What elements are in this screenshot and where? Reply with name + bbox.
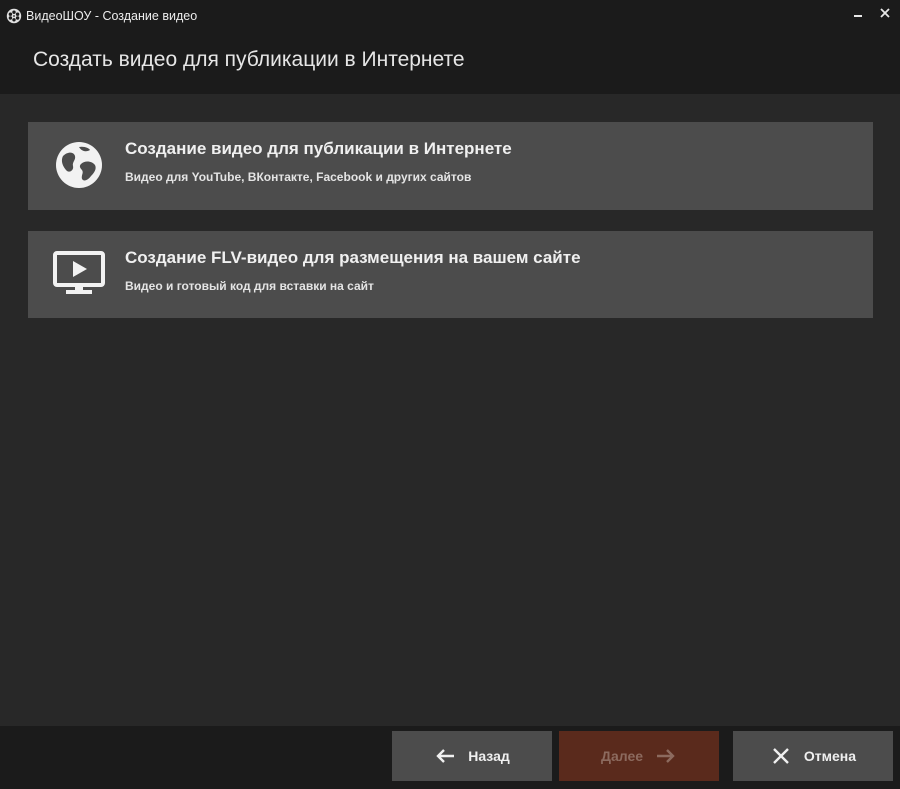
minimize-button[interactable] — [846, 3, 870, 27]
cancel-button-label: Отмена — [803, 748, 857, 764]
option-flv-video[interactable]: Создание FLV-видео для размещения на ваш… — [28, 231, 873, 318]
next-button-label: Далее — [600, 748, 644, 764]
arrow-left-icon — [434, 745, 456, 767]
option-title: Создание FLV-видео для размещения на ваш… — [125, 248, 581, 267]
footer-bar: Назад Далее Отмена — [0, 726, 900, 789]
close-window-button[interactable] — [873, 3, 897, 27]
monitor-play-icon — [52, 249, 106, 299]
next-button[interactable]: Далее — [559, 731, 719, 781]
close-icon — [879, 6, 891, 24]
title-bar: ВидеоШОУ - Создание видео — [0, 0, 900, 32]
minimize-icon — [852, 6, 864, 24]
cancel-button[interactable]: Отмена — [733, 731, 893, 781]
page-header: Создать видео для публикации в Интернете — [0, 32, 900, 94]
option-web-video[interactable]: Создание видео для публикации в Интернет… — [28, 122, 873, 210]
back-button-label: Назад — [468, 748, 510, 764]
options-panel: Создание видео для публикации в Интернет… — [0, 94, 900, 726]
back-button[interactable]: Назад — [392, 731, 552, 781]
close-icon — [770, 745, 792, 767]
page-title: Создать видео для публикации в Интернете — [33, 48, 465, 71]
window-title: ВидеоШОУ - Создание видео — [26, 9, 198, 23]
globe-icon — [52, 140, 106, 190]
option-title: Создание видео для публикации в Интернет… — [125, 139, 512, 158]
option-subtitle: Видео и готовый код для вставки на сайт — [125, 279, 374, 293]
option-subtitle: Видео для YouTube, ВКонтакте, Facebook и… — [125, 170, 472, 184]
arrow-right-icon — [655, 745, 677, 767]
app-film-reel-icon — [6, 8, 22, 24]
